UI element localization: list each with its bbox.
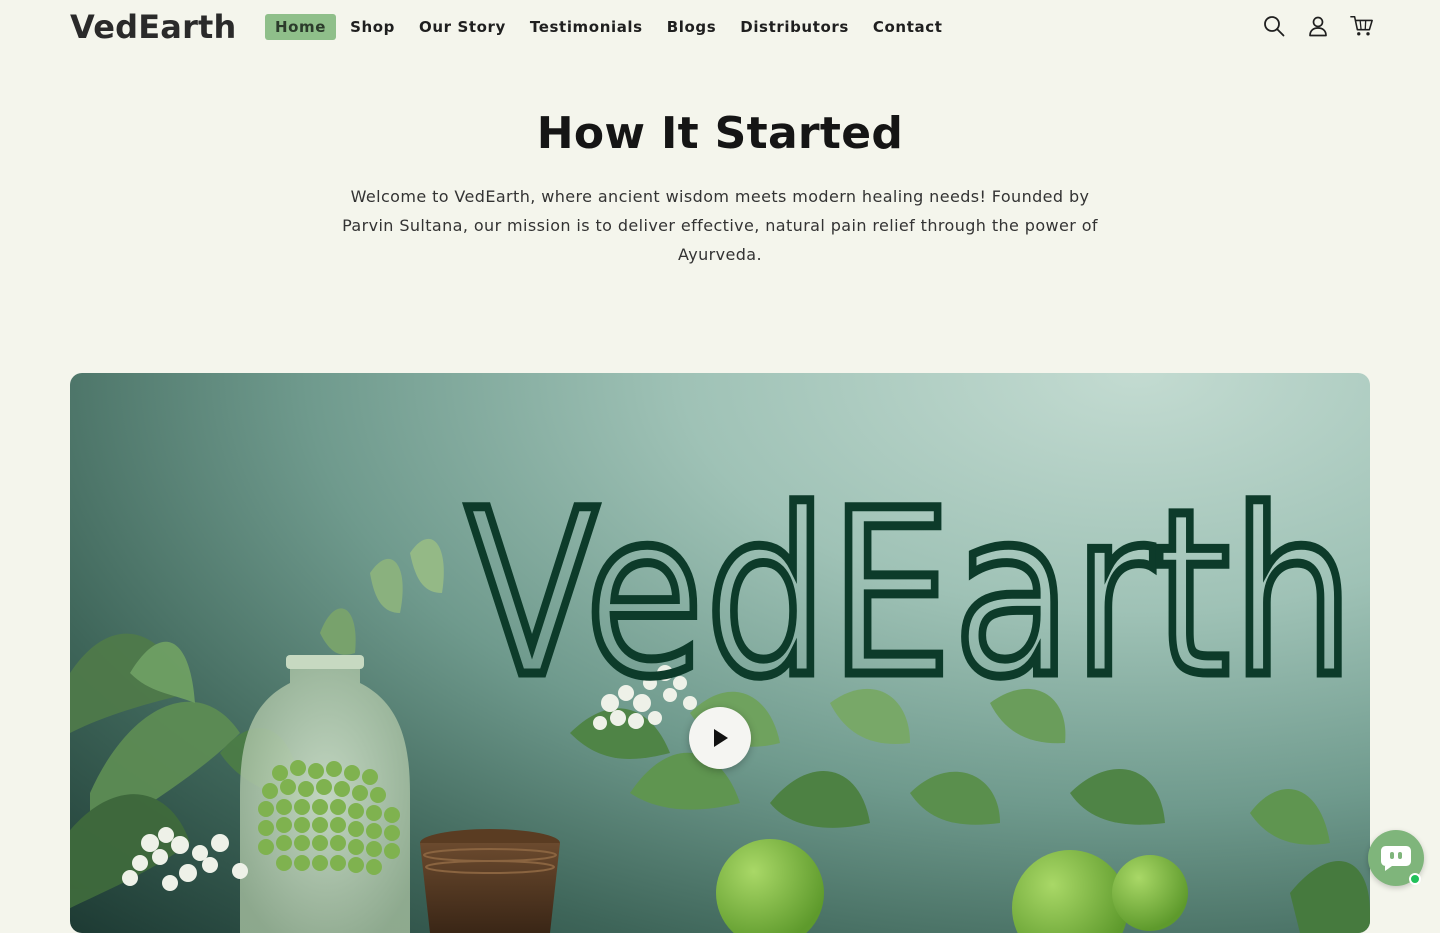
header-actions xyxy=(1262,13,1374,39)
intro-paragraph: Welcome to VedEarth, where ancient wisdo… xyxy=(340,182,1100,269)
intro-section: How It Started Welcome to VedEarth, wher… xyxy=(0,104,1440,269)
site-header: VedEarth Home Shop Our Story Testimonial… xyxy=(0,0,1440,56)
cart-icon[interactable] xyxy=(1350,13,1374,39)
play-icon xyxy=(710,727,730,749)
nav-item-our-story[interactable]: Our Story xyxy=(409,14,516,40)
chat-icon xyxy=(1380,844,1412,872)
brand-logo[interactable]: VedEarth xyxy=(70,6,237,48)
nav-item-distributors[interactable]: Distributors xyxy=(730,14,859,40)
nav-item-blogs[interactable]: Blogs xyxy=(657,14,727,40)
nav-item-contact[interactable]: Contact xyxy=(863,14,953,40)
video-poster-image: VedEarth xyxy=(70,373,1370,933)
search-icon[interactable] xyxy=(1262,13,1286,39)
video-player[interactable]: VedEarth xyxy=(70,373,1370,933)
main-nav: Home Shop Our Story Testimonials Blogs D… xyxy=(265,14,952,40)
account-icon[interactable] xyxy=(1306,13,1330,39)
nav-item-shop[interactable]: Shop xyxy=(340,14,405,40)
chat-widget-button[interactable] xyxy=(1368,830,1424,886)
nav-item-testimonials[interactable]: Testimonials xyxy=(520,14,653,40)
section-title: How It Started xyxy=(0,104,1440,164)
nav-item-home[interactable]: Home xyxy=(265,14,336,40)
online-status-dot xyxy=(1409,873,1421,885)
play-button[interactable] xyxy=(689,707,751,769)
video-overlay-brand-text: VedEarth xyxy=(466,461,1356,727)
